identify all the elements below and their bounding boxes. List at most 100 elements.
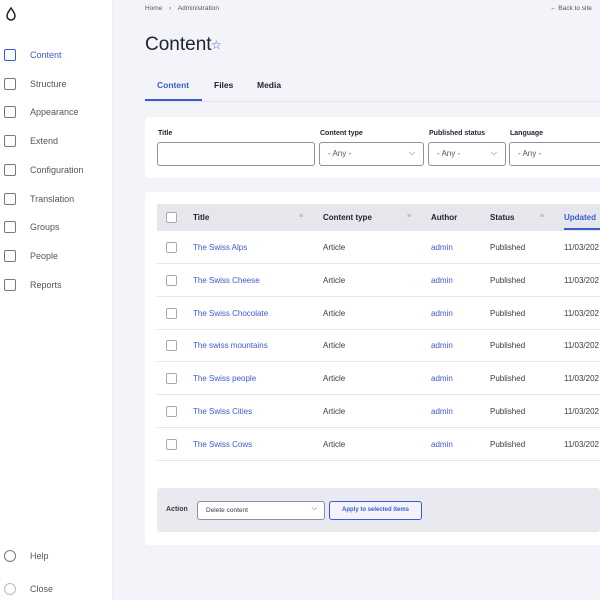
status-filter-label: Published status (429, 130, 486, 137)
breadcrumb: Home › Administration (145, 5, 219, 12)
row-status: Published (490, 374, 526, 384)
appearance-icon (4, 106, 16, 119)
sidebar-item-extend[interactable]: Extend (0, 131, 113, 151)
row-title-link[interactable]: The swiss mountains (193, 341, 268, 350)
drupal-logo-icon[interactable] (4, 7, 18, 21)
row-status: Published (490, 275, 526, 285)
row-updated: 11/03/202 (564, 243, 599, 252)
row-title-link[interactable]: The Swiss Cheese (193, 276, 260, 285)
sidebar-item-label: Extend (30, 136, 59, 147)
sidebar-item-configuration[interactable]: Configuration (0, 160, 113, 180)
table-header (157, 204, 600, 231)
row-updated: 11/03/202 (564, 308, 599, 318)
page-title: Content (145, 34, 212, 55)
help-icon (4, 550, 16, 562)
row-author-link[interactable]: admin (431, 440, 453, 449)
structure-icon (4, 77, 16, 90)
action-select-value: Delete content (206, 507, 248, 514)
type-filter-select[interactable]: - Any - ⌵ (319, 142, 424, 166)
extend-icon (4, 135, 16, 148)
person-icon (4, 249, 16, 262)
status-filter-select[interactable]: - Any - ⌵ (428, 142, 506, 166)
star-icon[interactable]: ☆ (211, 38, 222, 52)
sidebar-item-label: Content (30, 50, 62, 60)
sort-icon[interactable]: ≡ (299, 213, 303, 220)
title-filter-input[interactable] (157, 142, 315, 166)
breadcrumb-administration[interactable]: Administration (178, 5, 219, 12)
row-status: Published (490, 407, 526, 416)
row-title-link[interactable]: The Swiss Chocolate (193, 309, 268, 318)
row-status: Published (490, 341, 526, 351)
tab-content[interactable]: Content (157, 80, 189, 90)
sidebar-item-appearance[interactable]: Appearance (0, 102, 113, 122)
row-status: Published (490, 439, 526, 449)
row-author-link[interactable]: admin (431, 276, 453, 285)
language-filter-label: Language (510, 130, 544, 137)
row-author-link[interactable]: admin (431, 243, 453, 252)
apply-button[interactable]: Apply to selected items (329, 501, 422, 520)
select-all-checkbox[interactable] (166, 212, 177, 223)
sidebar-item-reports[interactable]: Reports (0, 275, 113, 295)
breadcrumb-separator: › (169, 5, 172, 12)
row-title-link[interactable]: The Swiss Cities (193, 407, 252, 416)
active-tab-indicator (145, 99, 202, 101)
row-author-link[interactable]: admin (431, 407, 453, 416)
sort-active-indicator (564, 228, 600, 230)
sidebar-item-groups[interactable]: Groups (0, 217, 113, 237)
row-title-link[interactable]: The Swiss people (193, 374, 256, 383)
row-status: Published (490, 308, 526, 318)
action-select[interactable]: Delete content ⌵ (197, 501, 325, 520)
header-updated[interactable]: Updated (564, 213, 596, 222)
header-status[interactable]: Status (490, 213, 514, 222)
tabs: Content Files Media (145, 70, 600, 102)
breadcrumb-home[interactable]: Home (145, 5, 162, 12)
row-checkbox[interactable] (166, 307, 177, 319)
globe-icon (4, 192, 16, 205)
sidebar-help[interactable]: Help (0, 546, 113, 566)
row-author-link[interactable]: admin (431, 309, 453, 318)
row-title-link[interactable]: The Swiss Alps (193, 243, 247, 252)
sort-icon[interactable]: ≡ (540, 213, 544, 220)
row-content-type: Article (323, 243, 346, 252)
language-filter-select[interactable]: - Any - (509, 142, 600, 166)
header-content-type[interactable]: Content type (323, 213, 372, 222)
action-label: Action (166, 506, 188, 513)
sidebar-item-content[interactable]: Content (0, 45, 113, 65)
tab-media[interactable]: Media (257, 80, 281, 90)
row-updated: 11/03/202 (564, 439, 599, 449)
sidebar-item-label: Structure (30, 78, 67, 89)
sidebar-item-structure[interactable]: Structure (0, 74, 113, 94)
content-icon (4, 49, 16, 61)
sidebar-item-translation[interactable]: Translation (0, 189, 113, 209)
row-checkbox[interactable] (166, 242, 177, 253)
row-title-link[interactable]: The Swiss Cows (193, 440, 252, 449)
chevron-down-icon: ⌵ (311, 505, 317, 512)
row-author-link[interactable]: admin (431, 341, 453, 350)
row-checkbox[interactable] (166, 274, 177, 286)
configuration-icon (4, 163, 16, 176)
row-content-type: Article (323, 308, 346, 318)
row-checkbox[interactable] (166, 373, 177, 385)
sidebar: Content Structure Appearance Extend Configur… (0, 0, 113, 600)
tab-files[interactable]: Files (214, 80, 233, 90)
row-checkbox[interactable] (166, 340, 177, 352)
row-content-type: Article (323, 374, 346, 384)
row-status: Published (490, 243, 526, 252)
sidebar-item-label: Translation (30, 193, 75, 204)
sidebar-item-label: People (30, 250, 59, 261)
row-checkbox[interactable] (166, 438, 177, 450)
row-author-link[interactable]: admin (431, 374, 453, 383)
chevron-down-icon: ⌵ (408, 148, 415, 157)
sidebar-close[interactable]: Close (0, 579, 113, 599)
row-content-type: Article (323, 341, 346, 351)
sidebar-item-people[interactable]: People (0, 246, 113, 266)
row-checkbox[interactable] (166, 406, 177, 417)
sidebar-item-label: Reports (30, 279, 62, 290)
sort-icon[interactable]: ≡ (407, 213, 411, 220)
sidebar-item-label: Appearance (30, 107, 79, 118)
back-to-site-link[interactable]: ← Back to site (550, 5, 592, 12)
chevron-down-icon: ⌵ (490, 148, 497, 157)
header-title[interactable]: Title (193, 213, 209, 222)
row-updated: 11/03/202 (564, 374, 599, 384)
chevron-left-icon (4, 583, 16, 595)
